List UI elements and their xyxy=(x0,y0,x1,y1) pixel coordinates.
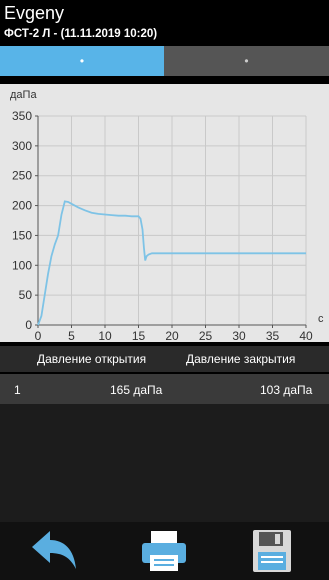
y-tick-label: 200 xyxy=(12,199,32,213)
table-header: Давление открытия Давление закрытия xyxy=(0,346,329,372)
tab-second[interactable]: • xyxy=(164,46,329,76)
y-tick-label: 350 xyxy=(12,109,32,123)
bottom-toolbar xyxy=(0,522,329,580)
test-subtitle: ФСТ-2 Л - (11.11.2019 10:20) xyxy=(4,28,158,40)
x-tick-label: 10 xyxy=(98,329,112,342)
x-tick-label: 35 xyxy=(266,329,280,342)
back-button[interactable] xyxy=(24,526,84,576)
x-tick-label: 15 xyxy=(132,329,146,342)
floppy-disk-icon xyxy=(253,530,291,572)
row-index: 1 xyxy=(14,383,21,397)
x-tick-label: 20 xyxy=(165,329,179,342)
back-arrow-icon xyxy=(32,531,76,569)
printer-icon xyxy=(142,531,186,571)
tab-chart-label: • xyxy=(79,54,85,68)
x-tick-label: 0 xyxy=(35,329,42,342)
y-tick-label: 50 xyxy=(19,288,33,302)
y-tick-label: 300 xyxy=(12,139,32,153)
close-pressure-value: 103 даПа xyxy=(260,383,313,397)
app-header: Evgeny ФСТ-2 Л - (11.11.2019 10:20) xyxy=(0,0,329,46)
y-tick-label: 0 xyxy=(25,318,32,332)
column-close-pressure: Давление закрытия xyxy=(186,352,296,366)
pressure-chart: даПа 0 5 10 15 20 25 30 35 40 0 50 100 150 200 250 300 35… xyxy=(0,84,329,342)
column-open-pressure: Давление открытия xyxy=(37,352,147,366)
page-title: Evgeny xyxy=(4,3,65,23)
table-row[interactable]: 1 165 даПа 103 даПа xyxy=(0,374,329,404)
x-tick-label: 5 xyxy=(68,329,75,342)
print-button[interactable] xyxy=(134,526,194,576)
open-pressure-value: 165 даПа xyxy=(110,383,163,397)
y-tick-label: 150 xyxy=(12,228,32,242)
x-tick-label: 40 xyxy=(299,329,313,342)
y-tick-label: 100 xyxy=(12,258,32,272)
y-tick-label: 250 xyxy=(12,169,32,183)
tab-chart[interactable]: • xyxy=(0,46,164,76)
y-axis-label: даПа xyxy=(10,89,37,101)
save-button[interactable] xyxy=(242,526,302,576)
tab-second-label: • xyxy=(244,54,249,68)
x-tick-label: 25 xyxy=(199,329,213,342)
x-tick-label: 30 xyxy=(232,329,246,342)
chart-svg: даПа 0 5 10 15 20 25 30 35 40 0 50 100 150 200 250 300 35… xyxy=(10,89,324,342)
results-list-empty xyxy=(0,404,329,522)
tab-bar: • • xyxy=(0,46,329,76)
x-axis-label: с xyxy=(318,313,324,325)
